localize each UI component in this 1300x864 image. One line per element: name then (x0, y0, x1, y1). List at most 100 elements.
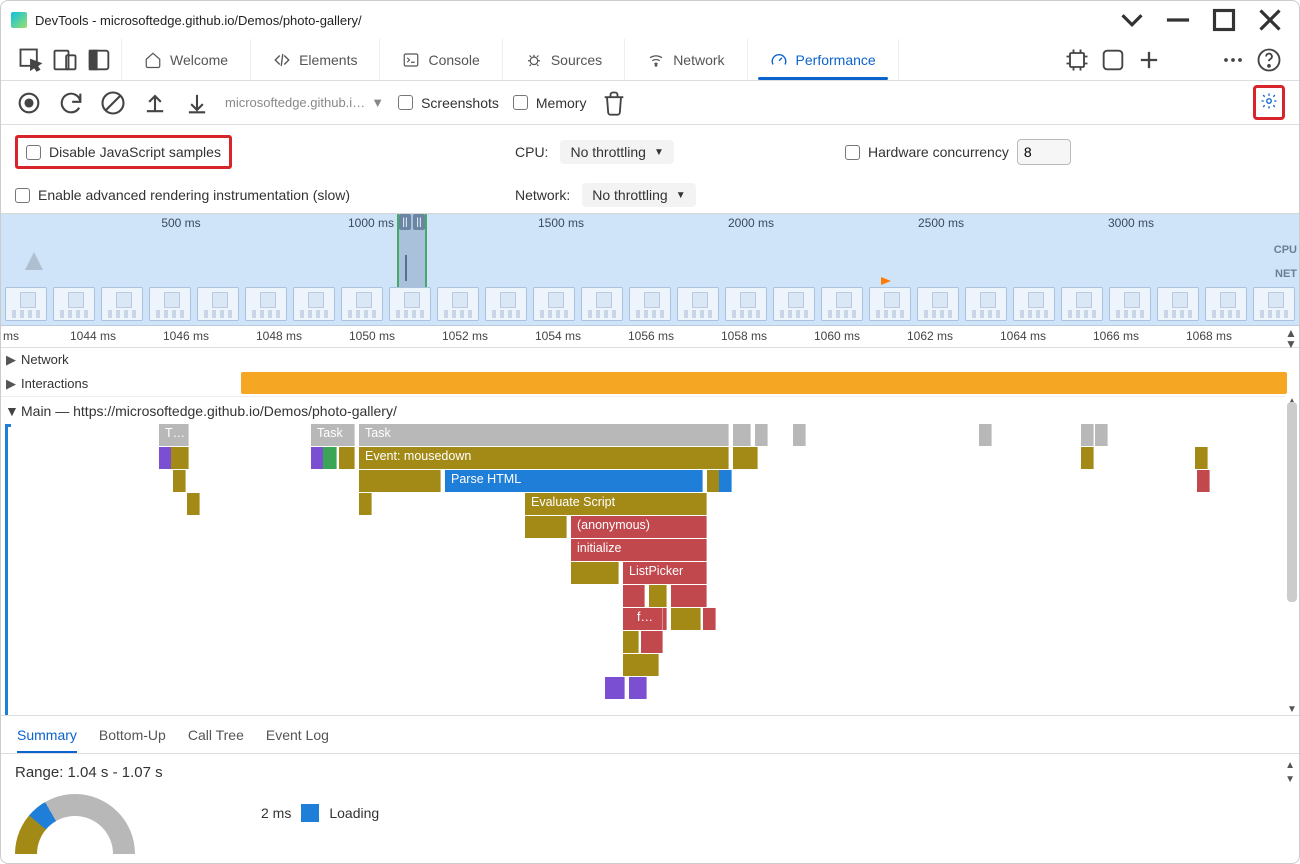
inspect-element-icon[interactable] (17, 46, 45, 74)
upload-icon[interactable] (141, 89, 169, 117)
screenshot-thumb[interactable] (197, 287, 239, 321)
screenshot-thumb[interactable] (389, 287, 431, 321)
main-track-header[interactable]: ▼Main — https://microsoftedge.github.io/… (1, 396, 1299, 424)
scroll-up-icon[interactable]: ▲ (1285, 760, 1295, 771)
screenshot-thumb[interactable] (869, 287, 911, 321)
screenshot-thumb[interactable] (1109, 287, 1151, 321)
flame-block[interactable] (623, 585, 645, 607)
screenshot-thumb[interactable] (1013, 287, 1055, 321)
tab-welcome[interactable]: Welcome (122, 39, 251, 80)
screenshot-thumb[interactable] (1253, 287, 1295, 321)
memory-checkbox[interactable]: Memory (513, 95, 587, 111)
record-icon[interactable] (15, 89, 43, 117)
flame-listpicker[interactable]: ListPicker (623, 562, 707, 584)
flame-block[interactable] (671, 608, 701, 630)
flame-block[interactable] (1095, 424, 1108, 446)
flame-block[interactable] (339, 447, 355, 469)
flame-block[interactable] (171, 447, 189, 469)
flame-block[interactable] (525, 516, 567, 538)
screenshot-thumb[interactable] (485, 287, 527, 321)
flame-f[interactable]: f… (631, 608, 663, 630)
hardware-concurrency-checkbox[interactable]: Hardware concurrency (845, 144, 1009, 160)
flame-block[interactable] (173, 470, 186, 492)
screenshot-thumb[interactable] (1205, 287, 1247, 321)
screenshots-checkbox[interactable]: Screenshots (398, 95, 499, 111)
scrollbar-thumb[interactable] (1287, 402, 1297, 602)
flame-task[interactable]: Task (311, 424, 355, 446)
scroll-down-icon[interactable]: ▼ (1285, 774, 1295, 785)
screenshot-thumb[interactable] (5, 287, 47, 321)
flame-block[interactable] (359, 470, 441, 492)
screenshot-thumb[interactable] (1061, 287, 1103, 321)
flame-block[interactable] (719, 470, 732, 492)
flame-block[interactable] (623, 631, 639, 653)
flame-block[interactable] (733, 424, 751, 446)
flame-block[interactable] (629, 677, 647, 699)
flame-eval-script[interactable]: Evaluate Script (525, 493, 707, 515)
flame-block[interactable] (671, 585, 707, 607)
memory-chip-icon[interactable] (1063, 46, 1091, 74)
flame-chart-area[interactable]: ▶Network ▶Interactions ▼Main — https://m… (1, 348, 1299, 716)
flame-block[interactable] (979, 424, 992, 446)
screenshot-thumb[interactable] (773, 287, 815, 321)
window-close-button[interactable] (1251, 1, 1289, 39)
flame-block[interactable] (1197, 470, 1210, 492)
tab-bottom-up[interactable]: Bottom-Up (99, 716, 166, 753)
screenshot-thumb[interactable] (437, 287, 479, 321)
tab-network[interactable]: Network (625, 39, 747, 80)
flame-task[interactable]: Task (359, 424, 729, 446)
flame-block[interactable] (1081, 447, 1094, 469)
hardware-concurrency-input[interactable] (1017, 139, 1071, 165)
flame-task[interactable]: T… (159, 424, 189, 446)
network-track-header[interactable]: ▶Network (1, 348, 1299, 372)
scroll-down-icon[interactable]: ▼ (1285, 704, 1299, 715)
tab-event-log[interactable]: Event Log (266, 716, 329, 753)
flame-block[interactable] (793, 424, 806, 446)
profile-host-select[interactable]: microsoftedge.github.i… ▼ (225, 95, 384, 110)
screenshot-thumb[interactable] (677, 287, 719, 321)
flame-parse-html[interactable]: Parse HTML (445, 470, 703, 492)
flame-block[interactable] (745, 447, 758, 469)
interaction-bar[interactable] (241, 372, 1287, 394)
add-tab-icon[interactable] (1135, 46, 1163, 74)
time-ruler[interactable]: ms 1044 ms1046 ms1048 ms1050 ms1052 ms10… (1, 326, 1299, 348)
tab-elements[interactable]: Elements (251, 39, 380, 80)
enable-paint-instrumentation-checkbox[interactable]: Enable advanced rendering instrumentatio… (15, 187, 515, 203)
screenshot-thumb[interactable] (533, 287, 575, 321)
trash-icon[interactable] (600, 89, 628, 117)
tab-call-tree[interactable]: Call Tree (188, 716, 244, 753)
flame-block[interactable] (187, 493, 200, 515)
capture-settings-button[interactable] (1253, 85, 1285, 120)
device-toggle-icon[interactable] (51, 46, 79, 74)
flame-initialize[interactable]: initialize (571, 539, 707, 561)
flame-block[interactable] (1195, 447, 1208, 469)
network-throttling-select[interactable]: No throttling ▼ (582, 183, 695, 207)
vertical-scrollbar[interactable]: ▲ ▼ (1285, 396, 1299, 715)
screenshot-thumb[interactable] (965, 287, 1007, 321)
cpu-throttling-select[interactable]: No throttling ▼ (560, 140, 673, 164)
clear-icon[interactable] (99, 89, 127, 117)
flame-block[interactable] (583, 562, 619, 584)
window-minimize-button[interactable] (1159, 1, 1197, 39)
more-icon[interactable] (1219, 46, 1247, 74)
flame-anonymous[interactable]: (anonymous) (571, 516, 707, 538)
dock-side-icon[interactable] (85, 46, 113, 74)
flame-block[interactable] (605, 677, 625, 699)
tab-console[interactable]: Console (380, 39, 502, 80)
screenshot-thumb[interactable] (725, 287, 767, 321)
screenshot-filmstrip[interactable] (5, 287, 1295, 325)
chevron-down-icon[interactable] (1113, 1, 1151, 39)
panel-icon[interactable] (1099, 46, 1127, 74)
screenshot-thumb[interactable] (1157, 287, 1199, 321)
flame-block[interactable] (1081, 424, 1094, 446)
screenshot-thumb[interactable] (581, 287, 623, 321)
flame-block[interactable] (755, 424, 768, 446)
screenshot-thumb[interactable] (245, 287, 287, 321)
flame-event[interactable]: Event: mousedown (359, 447, 729, 469)
help-icon[interactable] (1255, 46, 1283, 74)
tab-performance[interactable]: Performance (748, 39, 899, 80)
timeline-overview[interactable]: 500 ms1000 ms1500 ms2000 ms2500 ms3000 m… (1, 214, 1299, 326)
download-icon[interactable] (183, 89, 211, 117)
window-maximize-button[interactable] (1205, 1, 1243, 39)
screenshot-thumb[interactable] (293, 287, 335, 321)
